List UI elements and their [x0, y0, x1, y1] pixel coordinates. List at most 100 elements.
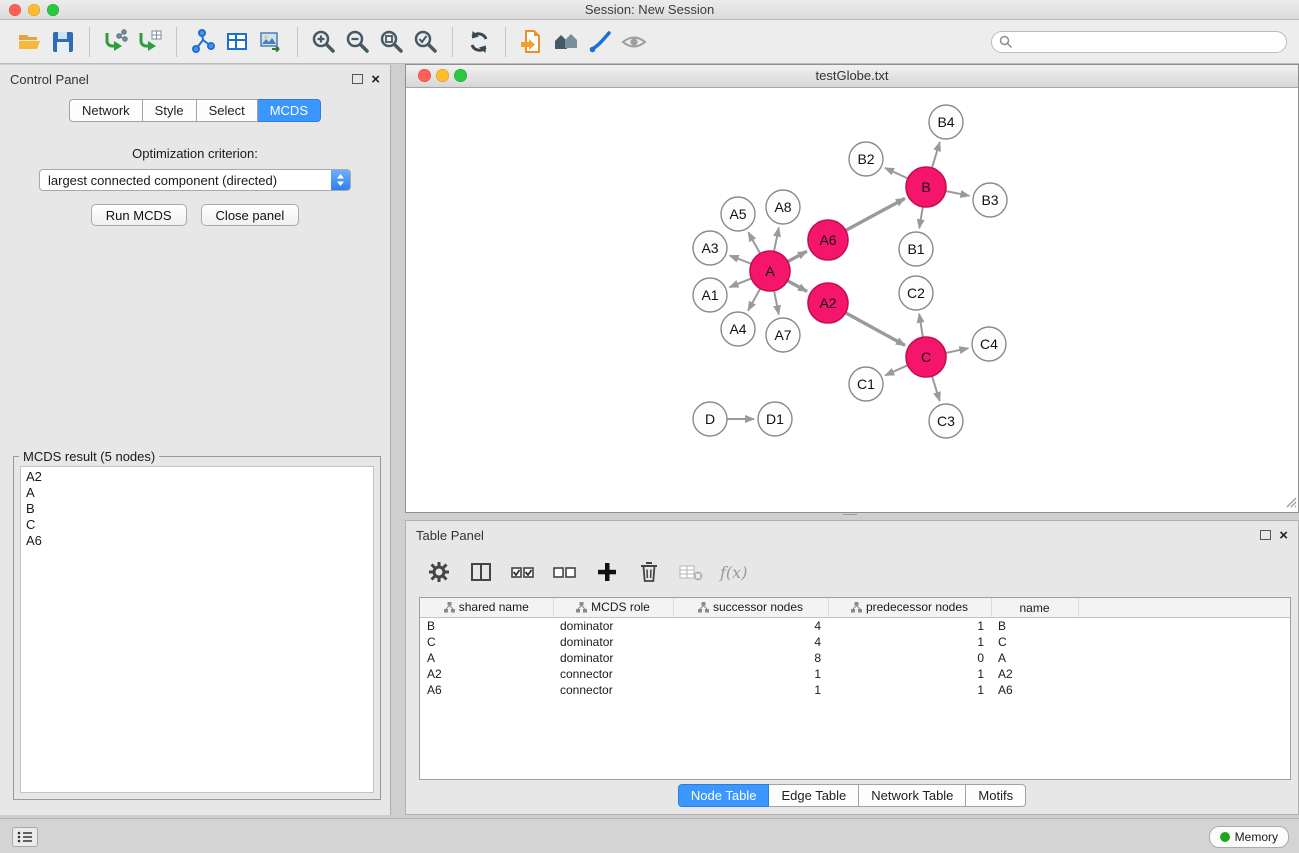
export-image-icon[interactable]	[254, 26, 288, 58]
apply-style-icon[interactable]	[583, 26, 617, 58]
table-row[interactable]: Adominator80A	[420, 650, 1290, 666]
table-header-row: shared name MCDS role successor nodes pr…	[420, 598, 1290, 618]
mcds-result-item[interactable]: A2	[26, 469, 368, 485]
tab-edge-table[interactable]: Edge Table	[769, 784, 859, 807]
graph-node-A8[interactable]: A8	[766, 190, 800, 224]
table-row[interactable]: A6connector11A6	[420, 682, 1290, 698]
graph-node-C[interactable]: C	[906, 337, 946, 377]
column-header-shared-name[interactable]: shared name	[420, 598, 553, 618]
criterion-dropdown[interactable]: largest connected component (directed)	[39, 169, 351, 191]
table-settings-gear-icon[interactable]	[422, 556, 456, 588]
float-table-panel-icon[interactable]	[1260, 530, 1271, 540]
resize-grip-icon[interactable]	[1285, 496, 1297, 511]
save-session-icon[interactable]	[46, 26, 80, 58]
refresh-icon[interactable]	[462, 26, 496, 58]
graph-node-A3[interactable]: A3	[693, 231, 727, 265]
graph-edge-A-A6[interactable]	[788, 251, 807, 261]
graph-edge-C-C2[interactable]	[919, 314, 923, 338]
graph-edge-B-B4[interactable]	[932, 142, 940, 168]
select-all-columns-icon[interactable]	[506, 556, 540, 588]
graph-edge-A-A1[interactable]	[730, 278, 752, 287]
graph-edge-A-A3[interactable]	[730, 256, 752, 264]
graph-edge-A2-C[interactable]	[846, 313, 906, 346]
graph-edge-C-C1[interactable]	[885, 365, 908, 375]
graph-node-C2[interactable]: C2	[899, 276, 933, 310]
graph-node-C3[interactable]: C3	[929, 404, 963, 438]
close-table-panel-icon[interactable]: ×	[1279, 528, 1288, 543]
tab-network[interactable]: Network	[69, 99, 143, 122]
column-header-mcds-role[interactable]: MCDS role	[553, 598, 673, 618]
tab-motifs[interactable]: Motifs	[966, 784, 1026, 807]
mcds-result-item[interactable]: C	[26, 517, 368, 533]
home-icon[interactable]	[549, 26, 583, 58]
graph-node-B1[interactable]: B1	[899, 232, 933, 266]
mcds-result-item[interactable]: A6	[26, 533, 368, 549]
graph-edge-C-C4[interactable]	[946, 348, 969, 353]
mcds-result-item[interactable]: A	[26, 485, 368, 501]
graph-node-A7[interactable]: A7	[766, 318, 800, 352]
graph-node-B2[interactable]: B2	[849, 142, 883, 176]
graph-node-B3[interactable]: B3	[973, 183, 1007, 217]
zoom-fit-icon[interactable]	[375, 26, 409, 58]
unselect-all-columns-icon[interactable]	[548, 556, 582, 588]
import-network-from-file-icon[interactable]	[99, 26, 133, 58]
new-table-icon[interactable]	[220, 26, 254, 58]
tab-mcds[interactable]: MCDS	[258, 99, 321, 122]
tab-select[interactable]: Select	[197, 99, 258, 122]
zoom-out-icon[interactable]	[341, 26, 375, 58]
graph-edge-C-C3[interactable]	[932, 376, 940, 401]
graph-node-B4[interactable]: B4	[929, 105, 963, 139]
graph-node-D[interactable]: D	[693, 402, 727, 436]
tab-style[interactable]: Style	[143, 99, 197, 122]
graph-edge-A-A4[interactable]	[748, 289, 760, 311]
graph-node-A[interactable]: A	[750, 251, 790, 291]
open-session-icon[interactable]	[12, 26, 46, 58]
column-header-name[interactable]: name	[991, 598, 1078, 618]
graph-node-A1[interactable]: A1	[693, 278, 727, 312]
network-window-titlebar[interactable]: testGlobe.txt	[406, 65, 1298, 88]
mcds-result-item[interactable]: B	[26, 501, 368, 517]
float-panel-icon[interactable]	[352, 74, 363, 84]
graph-edge-A-A5[interactable]	[748, 232, 760, 253]
close-panel-button[interactable]: Close panel	[201, 204, 300, 226]
graph-node-C1[interactable]: C1	[849, 367, 883, 401]
graph-edge-B-B3[interactable]	[946, 191, 970, 196]
open-file-icon[interactable]	[515, 26, 549, 58]
graph-node-A6[interactable]: A6	[808, 220, 848, 260]
column-header-successor-nodes[interactable]: successor nodes	[673, 598, 828, 618]
table-row[interactable]: Bdominator41B	[420, 618, 1290, 635]
graph-node-C4[interactable]: C4	[972, 327, 1006, 361]
graph-edge-A-A8[interactable]	[774, 228, 779, 252]
graph-node-A5[interactable]: A5	[721, 197, 755, 231]
zoom-in-icon[interactable]	[307, 26, 341, 58]
node-table-container[interactable]: shared name MCDS role successor nodes pr…	[419, 597, 1291, 780]
graph-edge-B-B1[interactable]	[919, 207, 923, 229]
zoom-selected-icon[interactable]	[409, 26, 443, 58]
network-canvas[interactable]: B4 B2 B B3 A5 A8A6 A3 B1 A C2 A1 A2 A4 A7 C4 C C1 D D1 C3	[406, 88, 1298, 512]
show-graphics-details-icon[interactable]	[617, 26, 651, 58]
tab-network-table[interactable]: Network Table	[859, 784, 966, 807]
graph-edge-A-A2[interactable]	[788, 281, 808, 292]
graph-edge-A-A7[interactable]	[774, 291, 779, 315]
graph-node-A4[interactable]: A4	[721, 312, 755, 346]
graph-edge-B-B2[interactable]	[885, 168, 908, 179]
column-header-predecessor-nodes[interactable]: predecessor nodes	[828, 598, 991, 618]
graph-node-A2[interactable]: A2	[808, 283, 848, 323]
mcds-result-list[interactable]: A2ABCA6	[20, 466, 374, 793]
close-panel-icon[interactable]: ×	[371, 72, 380, 87]
table-row[interactable]: A2connector11A2	[420, 666, 1290, 682]
search-input[interactable]	[991, 31, 1287, 53]
table-row[interactable]: Cdominator41C	[420, 634, 1290, 650]
create-column-plus-icon[interactable]	[590, 556, 624, 588]
delete-column-trash-icon[interactable]	[632, 556, 666, 588]
memory-button[interactable]: Memory	[1209, 826, 1289, 848]
show-columns-icon[interactable]	[464, 556, 498, 588]
tab-node-table[interactable]: Node Table	[678, 784, 770, 807]
run-mcds-button[interactable]: Run MCDS	[91, 204, 187, 226]
graph-node-B[interactable]: B	[906, 167, 946, 207]
graph-edge-A6-B[interactable]	[846, 198, 905, 230]
task-history-list-icon[interactable]	[12, 827, 38, 847]
import-table-from-file-icon[interactable]	[133, 26, 167, 58]
new-network-icon[interactable]	[186, 26, 220, 58]
graph-node-D1[interactable]: D1	[758, 402, 792, 436]
